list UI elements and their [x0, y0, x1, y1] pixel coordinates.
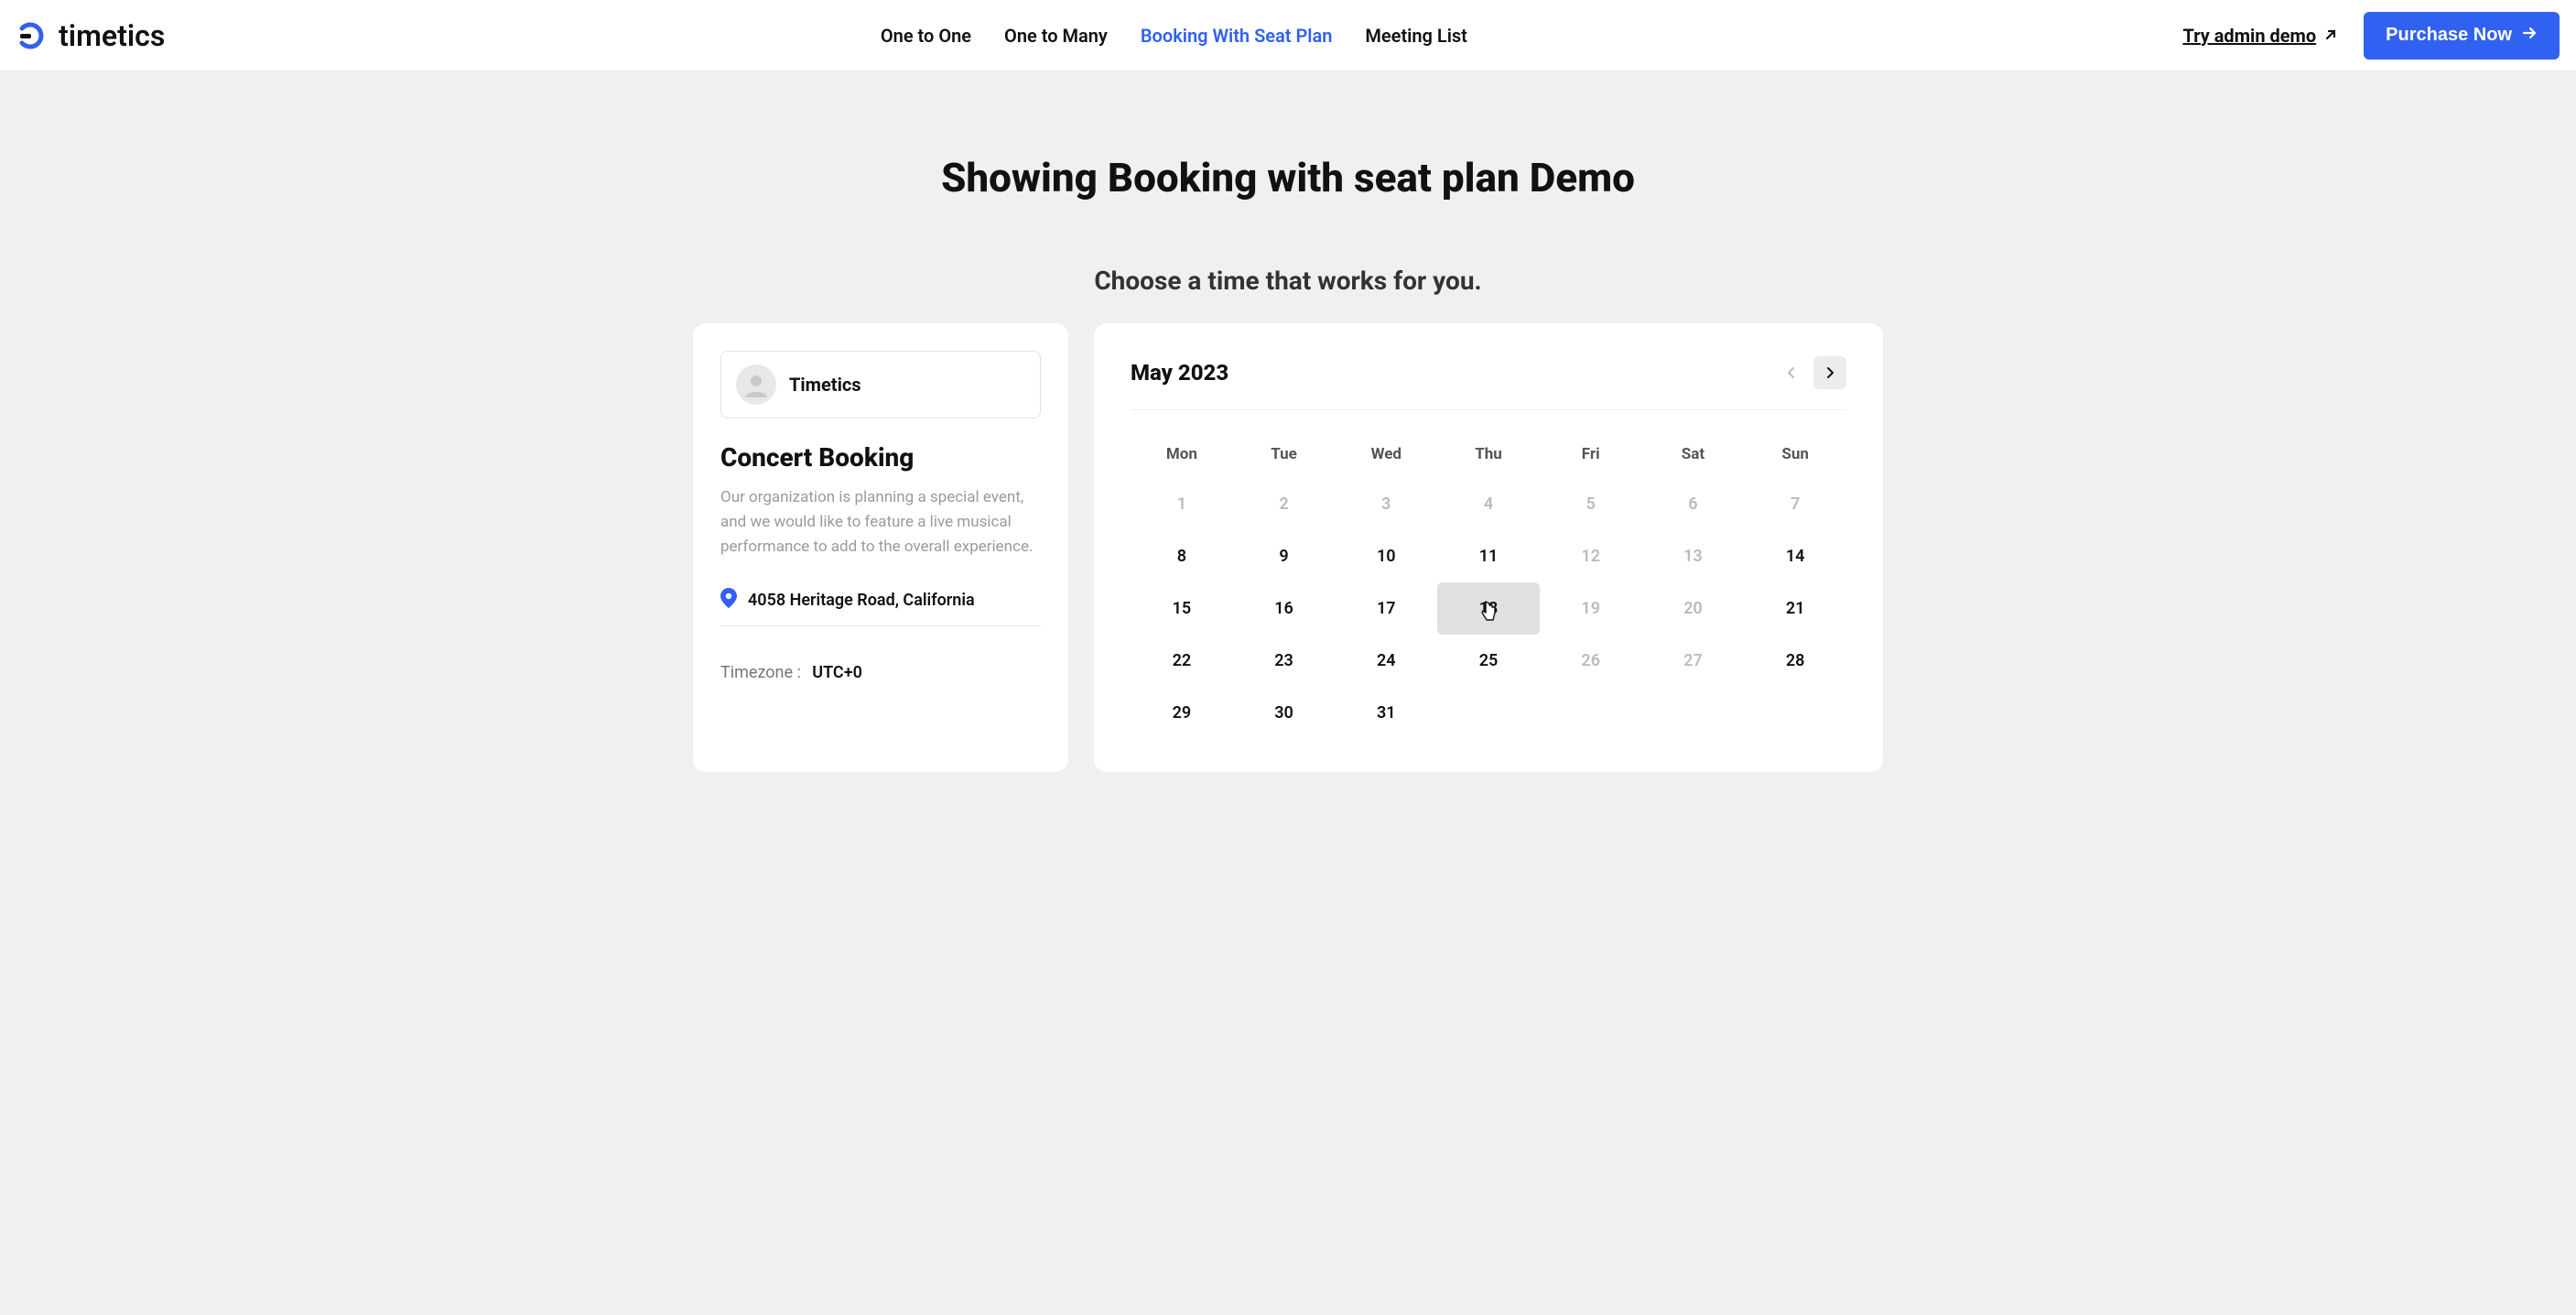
admin-demo-label: Try admin demo	[2182, 25, 2316, 47]
brand-logo[interactable]: timetics	[16, 18, 165, 53]
page-subtitle: Choose a time that works for you.	[18, 266, 2558, 296]
calendar-day: 1	[1131, 478, 1233, 530]
nav-booking-seat-plan[interactable]: Booking With Seat Plan	[1141, 25, 1333, 47]
event-card: Timetics Concert Booking Our organizatio…	[693, 323, 1068, 772]
organizer-box: Timetics	[720, 351, 1041, 418]
calendar-dow: Fri	[1540, 430, 1642, 478]
calendar-dow: Tue	[1233, 430, 1336, 478]
logo-icon	[16, 19, 49, 52]
calendar-next-button[interactable]	[1813, 356, 1846, 389]
organizer-name: Timetics	[789, 374, 861, 396]
arrow-right-icon	[2521, 25, 2538, 47]
header-actions: Try admin demo Purchase Now	[2182, 12, 2560, 60]
calendar-day: 12	[1540, 530, 1642, 582]
calendar-day[interactable]: 17	[1335, 582, 1437, 635]
nav-one-to-many[interactable]: One to Many	[1004, 25, 1108, 47]
calendar-header: May 2023	[1131, 356, 1846, 410]
calendar-day[interactable]: 9	[1233, 530, 1336, 582]
calendar-day: 4	[1437, 478, 1540, 530]
location-pin-icon	[720, 588, 737, 613]
location-row: 4058 Heritage Road, California	[720, 588, 1041, 626]
content-row: Timetics Concert Booking Our organizatio…	[693, 323, 1883, 772]
calendar-dow: Sat	[1642, 430, 1745, 478]
calendar-day: 3	[1335, 478, 1437, 530]
calendar-day: 20	[1642, 582, 1745, 635]
purchase-now-button[interactable]: Purchase Now	[2364, 12, 2560, 60]
timezone-label: Timezone :	[720, 663, 801, 682]
calendar-day[interactable]: 10	[1335, 530, 1437, 582]
calendar-day[interactable]: 23	[1233, 635, 1336, 687]
nav-meeting-list[interactable]: Meeting List	[1365, 25, 1467, 47]
page: Showing Booking with seat plan Demo Choo…	[0, 154, 2576, 809]
calendar-day: 27	[1642, 635, 1745, 687]
calendar-day[interactable]: 11	[1437, 530, 1540, 582]
calendar-day[interactable]: 30	[1233, 687, 1336, 739]
chevron-right-icon	[1824, 366, 1836, 379]
calendar-day: 13	[1642, 530, 1745, 582]
calendar-day: 5	[1540, 478, 1642, 530]
timezone-value: UTC+0	[812, 663, 862, 682]
calendar-day[interactable]: 15	[1131, 582, 1233, 635]
user-icon	[741, 370, 771, 399]
nav-one-to-one[interactable]: One to One	[881, 25, 971, 47]
calendar-day: 26	[1540, 635, 1642, 687]
avatar	[736, 364, 776, 405]
calendar-day[interactable]: 14	[1744, 530, 1846, 582]
topbar: timetics One to One One to Many Booking …	[0, 0, 2576, 71]
calendar-grid: MonTueWedThuFriSatSun1234567891011121314…	[1131, 430, 1846, 739]
try-admin-demo-link[interactable]: Try admin demo	[2182, 25, 2338, 47]
calendar-dow: Wed	[1335, 430, 1437, 478]
chevron-left-icon	[1785, 366, 1798, 379]
page-title: Showing Booking with seat plan Demo	[18, 154, 2558, 201]
timezone-row: Timezone : UTC+0	[720, 663, 1041, 682]
calendar-card: May 2023 MonTueWedThuFriSatSun1234567891…	[1094, 323, 1883, 772]
calendar-dow: Thu	[1437, 430, 1540, 478]
event-description: Our organization is planning a special e…	[720, 485, 1041, 560]
calendar-day[interactable]: 21	[1744, 582, 1846, 635]
calendar-day[interactable]: 25	[1437, 635, 1540, 687]
calendar-month-label: May 2023	[1131, 360, 1228, 386]
purchase-label: Purchase Now	[2386, 25, 2512, 46]
calendar-day: 6	[1642, 478, 1745, 530]
calendar-day: 19	[1540, 582, 1642, 635]
calendar-day[interactable]: 24	[1335, 635, 1437, 687]
main-nav: One to One One to Many Booking With Seat…	[881, 25, 1467, 47]
calendar-day[interactable]: 31	[1335, 687, 1437, 739]
calendar-day[interactable]: 18	[1437, 582, 1540, 635]
pointer-cursor-icon	[1480, 600, 1499, 626]
brand-name: timetics	[59, 18, 165, 53]
calendar-day[interactable]: 28	[1744, 635, 1846, 687]
calendar-day[interactable]: 29	[1131, 687, 1233, 739]
calendar-day[interactable]: 8	[1131, 530, 1233, 582]
calendar-nav-arrows	[1775, 356, 1846, 389]
calendar-day[interactable]: 22	[1131, 635, 1233, 687]
external-link-icon	[2323, 25, 2338, 47]
location-text: 4058 Heritage Road, California	[748, 591, 975, 610]
calendar-day[interactable]: 16	[1233, 582, 1336, 635]
calendar-dow: Sun	[1744, 430, 1846, 478]
calendar-prev-button[interactable]	[1775, 356, 1808, 389]
calendar-day: 7	[1744, 478, 1846, 530]
event-title: Concert Booking	[720, 442, 1041, 473]
calendar-dow: Mon	[1131, 430, 1233, 478]
calendar-day: 2	[1233, 478, 1336, 530]
